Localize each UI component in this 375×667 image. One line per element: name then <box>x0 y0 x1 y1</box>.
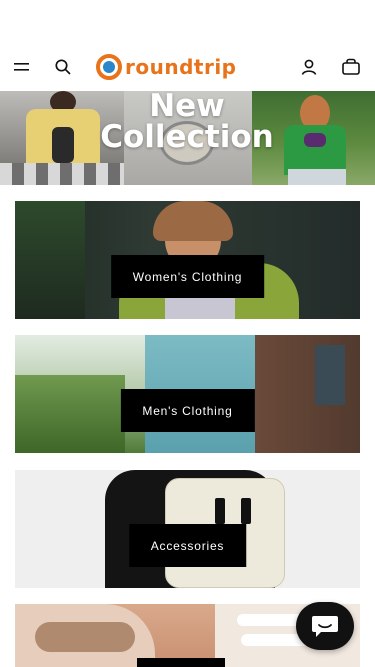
chat-button[interactable] <box>296 602 354 650</box>
brand-name: roundtrip <box>125 55 237 79</box>
category-card-accessories[interactable]: Accessories <box>15 470 360 588</box>
account-icon[interactable] <box>298 56 320 78</box>
brand-logo[interactable]: roundtrip <box>96 54 276 80</box>
hero-title-line1: New <box>149 91 225 124</box>
menu-icon[interactable] <box>11 56 33 78</box>
hero-title-line2: Collection <box>100 119 274 155</box>
search-icon[interactable] <box>52 56 74 78</box>
hero-banner[interactable]: New Collection <box>0 91 375 185</box>
chat-icon <box>310 613 340 639</box>
cart-icon[interactable] <box>340 56 362 78</box>
category-card-mens[interactable]: Men's Clothing <box>15 335 360 453</box>
category-label-womens[interactable]: Women's Clothing <box>110 255 265 298</box>
category-card-womens[interactable]: Women's Clothing <box>15 201 360 319</box>
category-label-accessories[interactable]: Accessories <box>128 524 247 567</box>
category-label-mens[interactable]: Men's Clothing <box>120 389 255 432</box>
logo-mark <box>96 54 122 80</box>
hero-title: New Collection <box>96 91 278 153</box>
site-header: roundtrip <box>0 44 375 90</box>
